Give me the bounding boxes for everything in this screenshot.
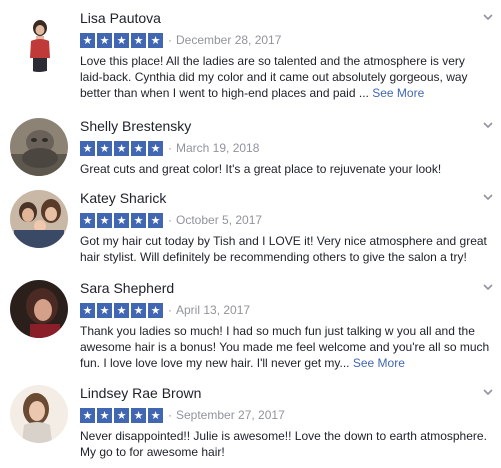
star-icon: ★	[80, 140, 95, 156]
star-icon: ★	[148, 407, 163, 423]
star-icon: ★	[131, 407, 146, 423]
star-icon: ★	[80, 32, 95, 48]
avatar[interactable]	[10, 280, 68, 338]
rating-row: ★ ★ ★ ★ ★ · December 28, 2017	[80, 31, 281, 49]
chevron-down-icon[interactable]	[481, 190, 495, 204]
rating-row: ★ ★ ★ ★ ★ · March 19, 2018	[80, 139, 259, 157]
star-icon: ★	[148, 302, 163, 318]
avatar-photo	[10, 118, 68, 176]
star-rating: ★ ★ ★ ★ ★	[80, 140, 165, 156]
review-date[interactable]: September 27, 2017	[176, 408, 285, 422]
avatar[interactable]	[10, 190, 68, 248]
star-icon: ★	[97, 32, 112, 48]
avatar-photo	[10, 14, 68, 72]
chevron-down-icon[interactable]	[481, 280, 495, 294]
review-body: Never disappointed!! Julie is awesome!! …	[80, 429, 487, 459]
star-icon: ★	[131, 212, 146, 228]
review-date[interactable]: March 19, 2018	[176, 141, 259, 155]
avatar-photo	[10, 385, 68, 443]
star-icon: ★	[148, 212, 163, 228]
review-text: Love this place! All the ladies are so t…	[80, 53, 490, 101]
reviewer-name[interactable]: Shelly Brestensky	[80, 118, 191, 135]
review-text: Never disappointed!! Julie is awesome!! …	[80, 428, 490, 460]
review-text: Great cuts and great color! It's a great…	[80, 161, 490, 177]
review-date[interactable]: October 5, 2017	[176, 213, 262, 227]
star-icon: ★	[131, 302, 146, 318]
star-rating: ★ ★ ★ ★ ★	[80, 212, 165, 228]
star-icon: ★	[114, 140, 129, 156]
chevron-down-icon[interactable]	[481, 118, 495, 132]
star-icon: ★	[80, 212, 95, 228]
star-icon: ★	[131, 32, 146, 48]
star-icon: ★	[131, 140, 146, 156]
reviewer-name[interactable]: Katey Sharick	[80, 190, 166, 207]
reviewer-name[interactable]: Sara Shepherd	[80, 280, 174, 297]
star-icon: ★	[97, 407, 112, 423]
star-icon: ★	[97, 212, 112, 228]
review-date[interactable]: April 13, 2017	[176, 303, 250, 317]
star-rating: ★ ★ ★ ★ ★	[80, 302, 165, 318]
star-icon: ★	[114, 212, 129, 228]
star-icon: ★	[148, 32, 163, 48]
avatar[interactable]	[10, 14, 68, 72]
avatar-photo	[10, 190, 68, 248]
rating-row: ★ ★ ★ ★ ★ · September 27, 2017	[80, 406, 285, 424]
separator-dot: ·	[168, 408, 172, 422]
star-icon: ★	[114, 407, 129, 423]
avatar[interactable]	[10, 118, 68, 176]
star-rating: ★ ★ ★ ★ ★	[80, 407, 165, 423]
reviewer-name[interactable]: Lindsey Rae Brown	[80, 385, 201, 402]
star-icon: ★	[97, 140, 112, 156]
separator-dot: ·	[168, 141, 172, 155]
chevron-down-icon[interactable]	[481, 385, 495, 399]
see-more-link[interactable]: See More	[353, 356, 405, 370]
star-icon: ★	[80, 302, 95, 318]
avatar-photo	[10, 280, 68, 338]
review-text: Thank you ladies so much! I had so much …	[80, 323, 490, 371]
star-icon: ★	[80, 407, 95, 423]
review-date[interactable]: December 28, 2017	[176, 33, 281, 47]
see-more-link[interactable]: See More	[372, 86, 424, 100]
separator-dot: ·	[168, 213, 172, 227]
rating-row: ★ ★ ★ ★ ★ · April 13, 2017	[80, 301, 250, 319]
star-icon: ★	[148, 140, 163, 156]
review-body: Got my hair cut today by Tish and I LOVE…	[80, 234, 487, 264]
star-icon: ★	[114, 32, 129, 48]
star-rating: ★ ★ ★ ★ ★	[80, 32, 165, 48]
rating-row: ★ ★ ★ ★ ★ · October 5, 2017	[80, 211, 262, 229]
chevron-down-icon[interactable]	[481, 10, 495, 24]
reviewer-name[interactable]: Lisa Pautova	[80, 10, 161, 27]
review-body: Thank you ladies so much! I had so much …	[80, 324, 490, 370]
avatar[interactable]	[10, 385, 68, 443]
separator-dot: ·	[168, 33, 172, 47]
review-body: Great cuts and great color! It's a great…	[80, 162, 442, 176]
star-icon: ★	[97, 302, 112, 318]
separator-dot: ·	[168, 303, 172, 317]
star-icon: ★	[114, 302, 129, 318]
review-text: Got my hair cut today by Tish and I LOVE…	[80, 233, 490, 265]
